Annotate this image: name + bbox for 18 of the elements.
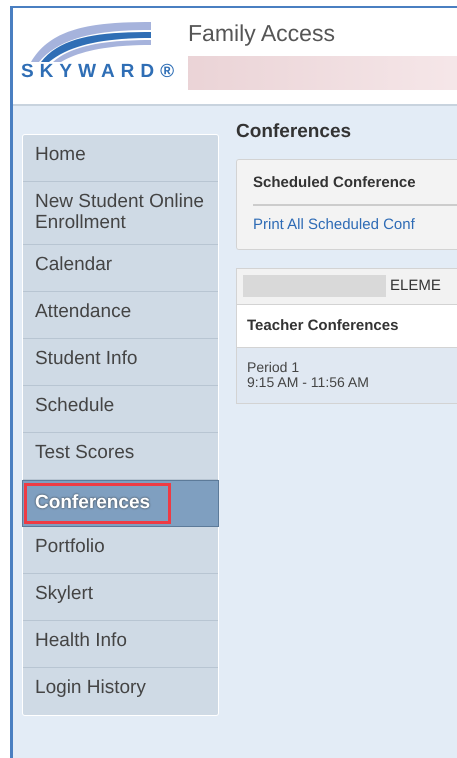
page-heading: Conferences: [236, 120, 352, 144]
sidebar-item[interactable]: Student Info: [23, 338, 218, 386]
logo-text: SKYWARD®: [21, 62, 173, 81]
print-link[interactable]: Print All Scheduled Conf: [253, 214, 415, 236]
time-text: 9:15 AM - 11:56 AM: [247, 375, 370, 391]
sidebar-item[interactable]: Portfolio: [23, 526, 218, 574]
sidebar-item[interactable]: Health Info: [23, 620, 218, 668]
panel-title: Scheduled Conference: [253, 172, 457, 206]
sidebar-item[interactable]: New Student Online Enrollment: [23, 182, 218, 245]
sidebar-item[interactable]: Skylert: [23, 574, 218, 621]
sidebar-item[interactable]: Calendar: [23, 244, 218, 292]
sidebar-item[interactable]: Home: [23, 135, 218, 182]
app-title: Family Access: [188, 20, 336, 48]
sidebar-item[interactable]: Attendance: [23, 292, 218, 339]
school-name: ELEME: [390, 276, 441, 296]
sidebar-item[interactable]: Schedule: [23, 386, 218, 433]
sidebar-item[interactable]: Login History: [23, 668, 218, 715]
period-text: Period 1: [247, 360, 300, 376]
